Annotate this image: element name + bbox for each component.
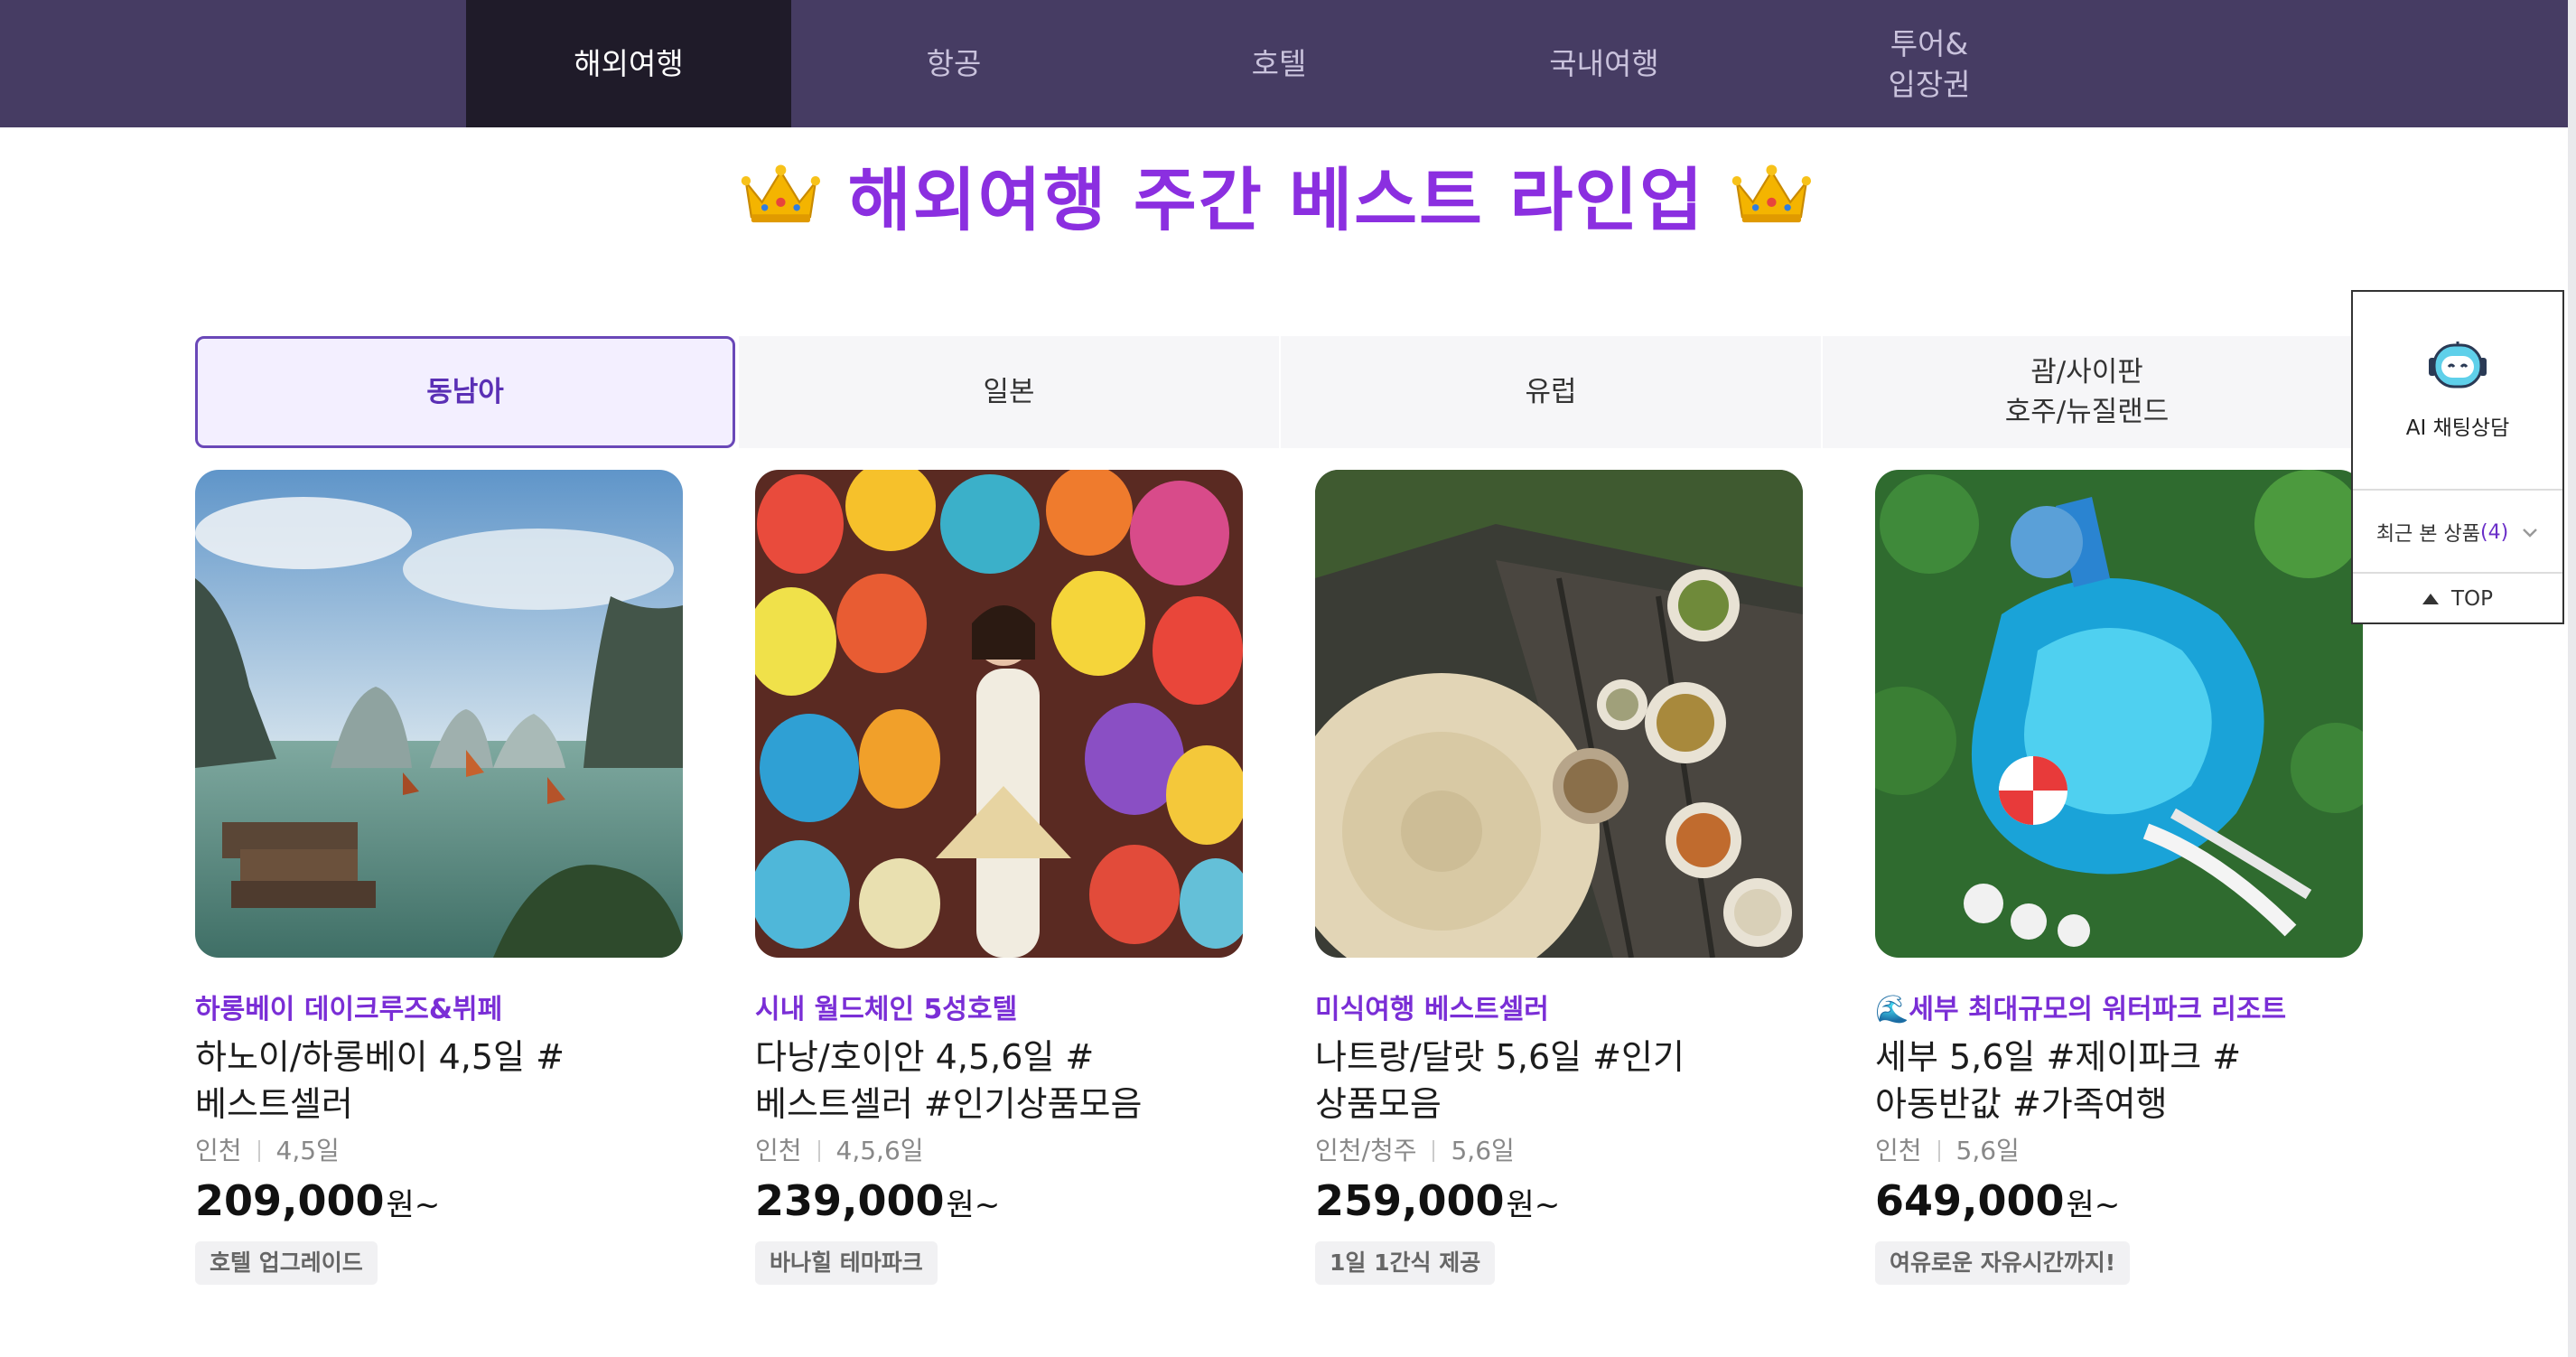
recent-products-button[interactable]: 최근 본 상품 (4) [2353, 489, 2562, 574]
product-title[interactable]: 하노이/하롱베이 4,5일 #베스트셀러 [195, 1034, 683, 1128]
nav-tab-flight[interactable]: 항공 [791, 0, 1116, 127]
price: 239,000 원~ [755, 1176, 1243, 1231]
product-subtitle: 하롱베이 데이크루즈&뷔페 [195, 994, 503, 1025]
product-card[interactable]: 🌊세부 최대규모의 워터파크 리조트 세부 5,6일 #제이파크 #아동반값 #… [1875, 470, 2363, 1285]
region-tab-label: 일본 [983, 376, 1035, 408]
product-subtitle: 🌊세부 최대규모의 워터파크 리조트 [1875, 994, 2287, 1025]
price-value: 259,000 [1315, 1176, 1505, 1225]
divider [1937, 1140, 1940, 1162]
price-unit: 원~ [946, 1187, 1001, 1223]
top-label: TOP [2450, 587, 2494, 611]
product-tag: 바나힐 테마파크 [755, 1241, 938, 1285]
nav-tab-label: 국내여행 [1549, 46, 1659, 81]
nav-tab-label: 항공 [926, 46, 982, 81]
product-meta: 인천 4,5,6일 [755, 1131, 1243, 1171]
product-title[interactable]: 다낭/호이안 4,5,6일 #베스트셀러 #인기상품모음 [755, 1034, 1243, 1128]
nav-tab-label: 호텔 [1251, 46, 1307, 81]
page-title: 해외여행 주간 베스트 라인업 [847, 160, 1705, 240]
divider [817, 1140, 820, 1162]
price: 259,000 원~ [1315, 1176, 1803, 1231]
product-image-lanterns[interactable] [755, 470, 1243, 958]
region-tab-southeast-asia[interactable]: 동남아 [195, 336, 735, 448]
region-tab-label: 유럽 [1525, 376, 1577, 408]
product-tag: 1일 1간식 제공 [1315, 1241, 1496, 1285]
recent-products-label: 최근 본 상품 [2375, 523, 2480, 546]
region-tab-europe[interactable]: 유럽 [1281, 336, 1821, 448]
top-navigation: 해외여행 항공 호텔 국내여행 투어& 입장권 [0, 0, 2568, 127]
product-subtitle: 미식여행 베스트셀러 [1315, 994, 1549, 1025]
departure-city: 인천 [1875, 1136, 1922, 1165]
nav-tab-label: 투어& 입장권 [1888, 25, 1971, 102]
product-tag: 여유로운 자유시간까지! [1875, 1241, 2131, 1285]
product-card[interactable]: 시내 월드체인 5성호텔 다낭/호이안 4,5,6일 #베스트셀러 #인기상품모… [755, 470, 1243, 1285]
floating-widget: AI 채팅상담 최근 본 상품 (4) TOP [2351, 290, 2564, 624]
scrollbar-track[interactable] [2568, 0, 2576, 1357]
nav-tab-hotel[interactable]: 호텔 [1116, 0, 1442, 127]
region-tab-guam-oceania[interactable]: 괌/사이판 호주/뉴질랜드 [1823, 336, 2351, 448]
region-tab-label: 동남아 [426, 376, 504, 408]
recent-products-count: (4) [2480, 520, 2509, 544]
product-title[interactable]: 나트랑/달랏 5,6일 #인기 상품모음 [1315, 1034, 1803, 1128]
product-tag: 호텔 업그레이드 [195, 1241, 378, 1285]
nav-tab-domestic[interactable]: 국내여행 [1442, 0, 1767, 127]
nav-tab-tour[interactable]: 투어& 입장권 [1767, 0, 2092, 127]
trip-duration: 5,6일 [1451, 1136, 1515, 1165]
region-tab-label: 괌/사이판 호주/뉴질랜드 [2004, 356, 2170, 428]
product-meta: 인천 5,6일 [1875, 1131, 2363, 1171]
product-image-vietnamese-food[interactable] [1315, 470, 1803, 958]
chatbot-icon [2429, 342, 2487, 388]
product-meta: 인천 4,5일 [195, 1131, 683, 1171]
departure-city: 인천 [195, 1136, 242, 1165]
ai-chat-label: AI 채팅상담 [2405, 416, 2510, 440]
product-card[interactable]: 하롱베이 데이크루즈&뷔페 하노이/하롱베이 4,5일 #베스트셀러 인천 4,… [195, 470, 683, 1285]
price-value: 209,000 [195, 1176, 385, 1225]
ai-chat-button[interactable]: AI 채팅상담 [2353, 292, 2562, 489]
arrow-up-icon [2422, 594, 2439, 604]
divider [1433, 1140, 1435, 1162]
departure-city: 인천/청주 [1315, 1136, 1417, 1165]
trip-duration: 4,5일 [275, 1136, 340, 1165]
nav-tab-label: 해외여행 [574, 46, 684, 81]
chevron-down-icon [2523, 529, 2538, 538]
region-tab-japan[interactable]: 일본 [739, 336, 1279, 448]
section-heading: 해외여행 주간 베스트 라인업 [741, 149, 1812, 240]
crown-icon [1731, 164, 1812, 223]
price: 209,000 원~ [195, 1176, 683, 1231]
product-title[interactable]: 세부 5,6일 #제이파크 #아동반값 #가족여행 [1875, 1034, 2363, 1128]
price-unit: 원~ [1506, 1187, 1561, 1223]
product-image-waterpark[interactable] [1875, 470, 2363, 958]
divider [257, 1140, 260, 1162]
price: 649,000 원~ [1875, 1176, 2363, 1231]
product-image-halong-bay[interactable] [195, 470, 683, 958]
trip-duration: 5,6일 [1955, 1136, 2020, 1165]
departure-city: 인천 [755, 1136, 802, 1165]
price-unit: 원~ [386, 1187, 441, 1223]
product-card[interactable]: 미식여행 베스트셀러 나트랑/달랏 5,6일 #인기 상품모음 인천/청주 5,… [1315, 470, 1803, 1285]
crown-icon [741, 164, 821, 223]
product-meta: 인천/청주 5,6일 [1315, 1131, 1803, 1171]
trip-duration: 4,5,6일 [835, 1136, 924, 1165]
price-unit: 원~ [2066, 1187, 2121, 1223]
nav-tab-overseas[interactable]: 해외여행 [466, 0, 791, 127]
scroll-top-button[interactable]: TOP [2353, 572, 2562, 624]
product-subtitle: 시내 월드체인 5성호텔 [755, 994, 1018, 1025]
price-value: 649,000 [1875, 1176, 2065, 1225]
price-value: 239,000 [755, 1176, 945, 1225]
